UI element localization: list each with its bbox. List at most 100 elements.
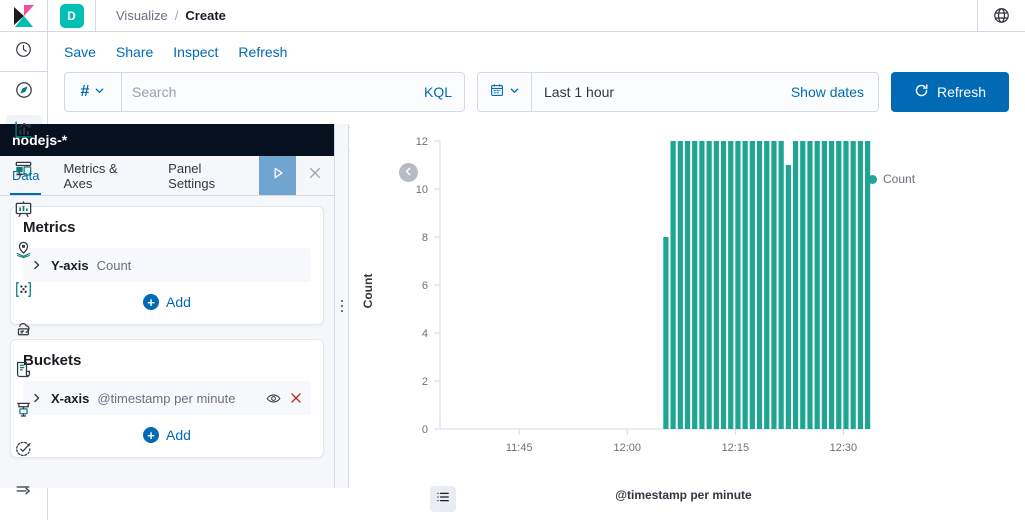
bar[interactable] (829, 141, 834, 429)
show-dates-button[interactable]: Show dates (791, 73, 878, 111)
bar[interactable] (858, 141, 863, 429)
metric-row-label: Y-axis (51, 258, 89, 273)
bar[interactable] (815, 141, 820, 429)
bar[interactable] (671, 141, 676, 429)
breadcrumb-separator: / (175, 8, 179, 23)
buckets-card: Buckets X-axis @timestamp per minute (10, 339, 324, 458)
visualization-editor-panel: nodejs-* Data Metrics & Axes Panel Setti… (0, 124, 335, 488)
time-range-value[interactable]: Last 1 hour (532, 73, 791, 111)
compass-icon (15, 81, 33, 104)
editor-resizer[interactable] (335, 124, 349, 488)
bar[interactable] (685, 141, 690, 429)
legend-list-icon (436, 490, 450, 509)
date-quick-select-button[interactable] (478, 73, 532, 111)
x-tick-label: 12:30 (830, 442, 858, 454)
bar[interactable] (800, 141, 805, 429)
breadcrumb: Visualize / Create (96, 0, 977, 31)
editor-tabs: Data Metrics & Axes Panel Settings (0, 156, 334, 196)
bar[interactable] (743, 141, 748, 429)
bar[interactable] (728, 141, 733, 429)
clock-icon (15, 41, 32, 63)
editor-body: Metrics Y-axis Count + Add Buckets (0, 196, 334, 488)
bar[interactable] (793, 141, 798, 429)
tab-panel-settings[interactable]: Panel Settings (156, 156, 259, 195)
bar[interactable] (692, 141, 697, 429)
apply-changes-button[interactable] (259, 156, 297, 195)
drag-dots-icon (341, 300, 343, 312)
share-button[interactable]: Share (116, 44, 153, 60)
x-tick-label: 11:45 (506, 442, 533, 454)
query-language-button[interactable]: KQL (424, 73, 464, 111)
x-axis-ticks: 11:45 12:00 12:15 12:30 (506, 429, 857, 454)
add-bucket-label: Add (166, 427, 191, 443)
search-input[interactable]: Search (122, 73, 424, 111)
bar[interactable] (771, 141, 776, 429)
save-button[interactable]: Save (64, 44, 96, 60)
sidebar-item-recently-viewed[interactable] (0, 32, 48, 72)
bar[interactable] (807, 141, 812, 429)
discard-changes-button[interactable] (296, 156, 334, 195)
tab-metrics-and-axes[interactable]: Metrics & Axes (51, 156, 156, 195)
global-header: D Visualize / Create (0, 0, 1025, 32)
legend-color-dot (868, 175, 877, 184)
search-bar: # Search KQL (64, 72, 465, 112)
bar[interactable] (843, 141, 848, 429)
bucket-row-label: X-axis (51, 391, 89, 406)
elastic-globe-help-icon[interactable] (977, 0, 1025, 31)
refresh-button-label: Refresh (937, 84, 986, 100)
bar[interactable] (714, 141, 719, 429)
elastic-logo-icon[interactable] (0, 0, 48, 31)
play-triangle-icon (270, 165, 286, 186)
bar[interactable] (786, 165, 791, 429)
bar[interactable] (822, 141, 827, 429)
bar-series-count (663, 141, 870, 429)
bar[interactable] (678, 141, 683, 429)
bar[interactable] (721, 141, 726, 429)
bar[interactable] (836, 141, 841, 429)
bar[interactable] (707, 141, 712, 429)
index-pattern-title: nodejs-* (0, 124, 334, 156)
space-switcher-button[interactable]: D (48, 0, 96, 31)
chart-legend[interactable]: Count (868, 172, 915, 186)
add-metric-button[interactable]: + Add (23, 294, 311, 310)
bar[interactable] (779, 141, 784, 429)
y-tick-label: 4 (422, 328, 428, 340)
query-bar: # Search KQL (48, 72, 1025, 112)
close-icon[interactable] (289, 391, 303, 405)
x-tick-label: 12:15 (722, 442, 750, 454)
eye-icon[interactable] (266, 391, 281, 406)
space-avatar: D (60, 4, 84, 28)
calendar-icon (490, 83, 504, 102)
refresh-button[interactable]: Refresh (238, 44, 287, 60)
legend-toggle-button[interactable] (430, 486, 456, 512)
bar[interactable] (750, 141, 755, 429)
bar[interactable] (735, 141, 740, 429)
visualization-chart-area: 024681012 11:4512:0012:1512:30 Count @ti… (350, 124, 977, 520)
refresh-query-button[interactable]: Refresh (891, 72, 1009, 112)
y-tick-label: 2 (422, 376, 428, 388)
collapse-editor-button[interactable] (399, 163, 418, 182)
bar[interactable] (699, 141, 704, 429)
bucket-row-x-axis[interactable]: X-axis @timestamp per minute (23, 381, 311, 415)
chevron-right-icon[interactable] (31, 259, 43, 271)
chart-inner: 024681012 11:4512:0012:1512:30 Count @ti… (350, 124, 977, 520)
breadcrumb-visualize[interactable]: Visualize (116, 8, 168, 23)
hash-icon: # (81, 84, 90, 100)
y-axis-ticks: 024681012 (416, 136, 440, 436)
legend-entry-label: Count (883, 172, 915, 186)
bar[interactable] (764, 141, 769, 429)
add-bucket-button[interactable]: + Add (23, 427, 311, 443)
y-tick-label: 6 (422, 280, 428, 292)
metric-row-value: Count (97, 258, 132, 273)
inspect-button[interactable]: Inspect (173, 44, 218, 60)
bar[interactable] (663, 237, 668, 429)
x-tick-label: 12:00 (614, 442, 642, 454)
metric-row-y-axis[interactable]: Y-axis Count (23, 248, 311, 282)
sidebar-item-discover[interactable] (0, 72, 48, 112)
y-tick-label: 0 (422, 424, 428, 436)
kibana-visualize-create-page: D Visualize / Create (0, 0, 1025, 520)
dataview-select-button[interactable]: # (65, 73, 122, 111)
bar[interactable] (851, 141, 856, 429)
bar[interactable] (757, 141, 762, 429)
y-tick-label: 12 (416, 136, 428, 148)
